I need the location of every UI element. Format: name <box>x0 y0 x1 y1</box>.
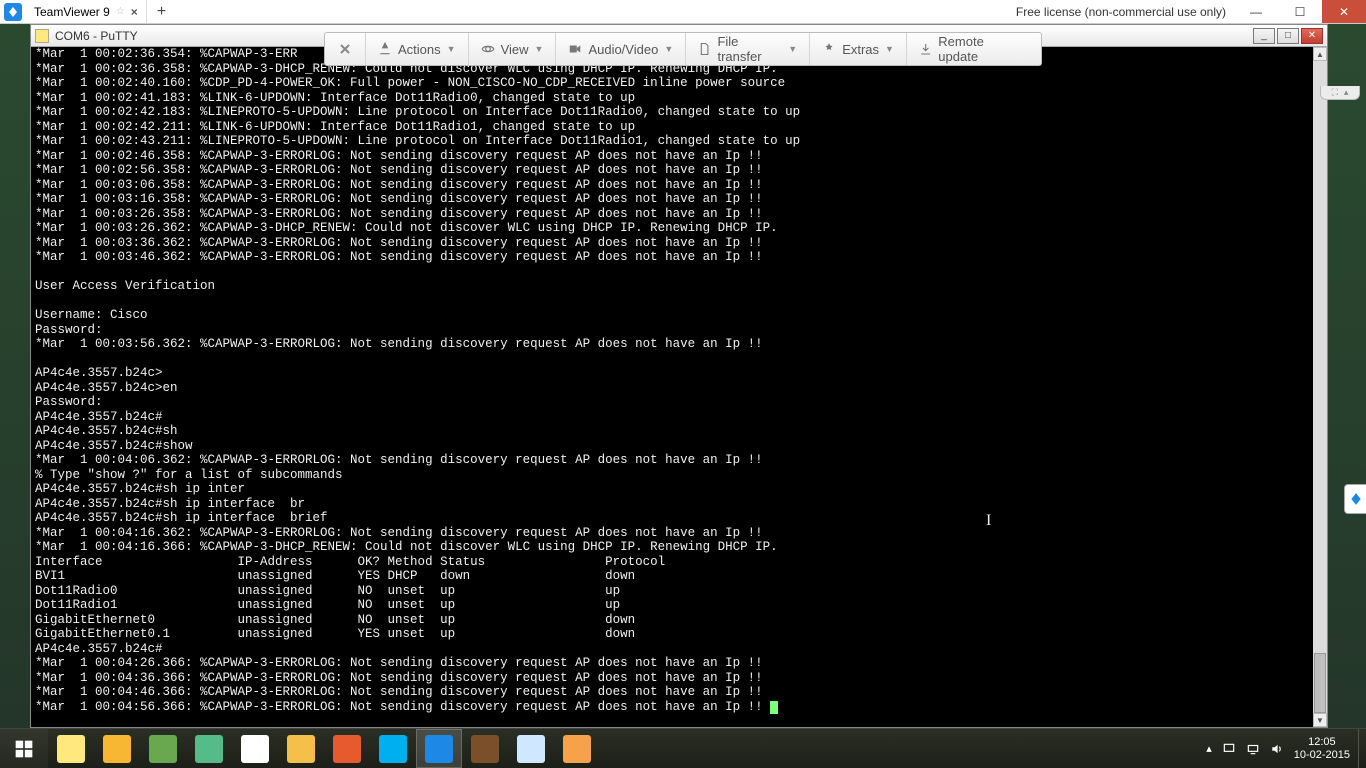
folders-icon <box>149 735 177 763</box>
scroll-thumb[interactable] <box>1314 653 1326 713</box>
taskbar-item-folders[interactable] <box>140 729 186 768</box>
taskbar-item-notepad[interactable] <box>508 729 554 768</box>
volume-icon[interactable] <box>1270 742 1284 756</box>
new-tab-button[interactable]: + <box>147 3 176 21</box>
putty-minimize-button[interactable]: _ <box>1253 28 1275 44</box>
terminal-output[interactable]: *Mar 1 00:02:36.354: %CAPWAP-3-ERR *Mar … <box>35 47 1313 727</box>
tab-title: TeamViewer 9 <box>34 5 110 19</box>
extras-menu[interactable]: Extras▼ <box>810 33 907 65</box>
show-desktop-button[interactable] <box>1358 729 1366 768</box>
system-tray[interactable]: ▴ 12:05 10-02-2015 <box>1198 729 1358 768</box>
view-menu[interactable]: View▼ <box>469 33 557 65</box>
putty-maximize-button[interactable]: □ <box>1277 28 1299 44</box>
putty-terminal-body[interactable]: *Mar 1 00:02:36.354: %CAPWAP-3-ERR *Mar … <box>31 47 1327 727</box>
taskbar-item-putty[interactable] <box>48 729 94 768</box>
putty-scrollbar[interactable]: ▲ ▼ <box>1313 47 1327 727</box>
teamviewer-side-panel-toggle[interactable] <box>1344 484 1366 514</box>
taskbar-item-winscp[interactable] <box>186 729 232 768</box>
audio-video-menu[interactable]: Audio/Video▼ <box>556 33 686 65</box>
license-text: Free license (non-commercial use only) <box>1008 5 1234 19</box>
action-center-icon[interactable] <box>1222 742 1236 756</box>
putty-close-button[interactable]: ✕ <box>1301 28 1323 44</box>
remote-update-button[interactable]: Remote update <box>907 33 1035 65</box>
taskbar-item-snagit[interactable] <box>554 729 600 768</box>
skype-icon <box>379 735 407 763</box>
taskbar-item-chrome[interactable] <box>232 729 278 768</box>
scroll-down-icon[interactable]: ▼ <box>1313 713 1327 727</box>
toolbar-collapse-handle[interactable]: ⛶▴ <box>1320 86 1360 100</box>
taskbar-item-firefox[interactable] <box>324 729 370 768</box>
start-button[interactable] <box>0 729 48 768</box>
taskbar-item-outlook[interactable] <box>94 729 140 768</box>
snagit-icon <box>563 735 591 763</box>
taskbar-item-teamviewer[interactable] <box>416 729 462 768</box>
winscp-icon <box>195 735 223 763</box>
text-cursor-icon: I <box>986 512 991 530</box>
teamviewer-titlebar: TeamViewer 9 ☆ × + Free license (non-com… <box>0 0 1366 24</box>
remote-desktop: COM6 - PuTTY _ □ ✕ *Mar 1 00:02:36.354: … <box>0 24 1366 728</box>
firefox-icon <box>333 735 361 763</box>
taskbar-item-winrar[interactable] <box>462 729 508 768</box>
file-transfer-menu[interactable]: File transfer▼ <box>686 33 810 65</box>
outlook-icon <box>103 735 131 763</box>
fullscreen-icon[interactable]: ⛶ <box>1332 87 1338 98</box>
notepad-icon <box>517 735 545 763</box>
taskbar-item-explorer[interactable] <box>278 729 324 768</box>
windows-taskbar: ▴ 12:05 10-02-2015 <box>0 728 1366 768</box>
teamviewer-toolbar: Actions▼ View▼ Audio/Video▼ File transfe… <box>324 32 1042 66</box>
close-window-button[interactable]: ✕ <box>1322 0 1366 23</box>
teamviewer-logo-icon <box>4 3 22 21</box>
putty-icon <box>35 29 49 43</box>
network-icon[interactable] <box>1246 742 1260 756</box>
chrome-icon <box>241 735 269 763</box>
close-session-button[interactable] <box>325 33 366 65</box>
actions-menu[interactable]: Actions▼ <box>366 33 469 65</box>
putty-window: COM6 - PuTTY _ □ ✕ *Mar 1 00:02:36.354: … <box>30 24 1328 728</box>
chevron-up-icon[interactable]: ▴ <box>1344 87 1349 98</box>
clock-time: 12:05 <box>1294 736 1350 749</box>
tab-teamviewer[interactable]: TeamViewer 9 ☆ × <box>26 0 147 23</box>
clock-date: 10-02-2015 <box>1294 749 1350 762</box>
favorite-icon[interactable]: ☆ <box>116 6 125 17</box>
teamviewer-icon <box>425 735 453 763</box>
winrar-icon <box>471 735 499 763</box>
close-tab-icon[interactable]: × <box>131 5 138 19</box>
explorer-icon <box>287 735 315 763</box>
maximize-button[interactable]: ☐ <box>1278 0 1322 23</box>
scroll-up-icon[interactable]: ▲ <box>1313 47 1327 61</box>
taskbar-clock[interactable]: 12:05 10-02-2015 <box>1294 736 1350 762</box>
taskbar-item-skype[interactable] <box>370 729 416 768</box>
putty-icon <box>57 735 85 763</box>
minimize-button[interactable]: — <box>1234 0 1278 23</box>
tray-chevron-up-icon[interactable]: ▴ <box>1206 742 1212 755</box>
